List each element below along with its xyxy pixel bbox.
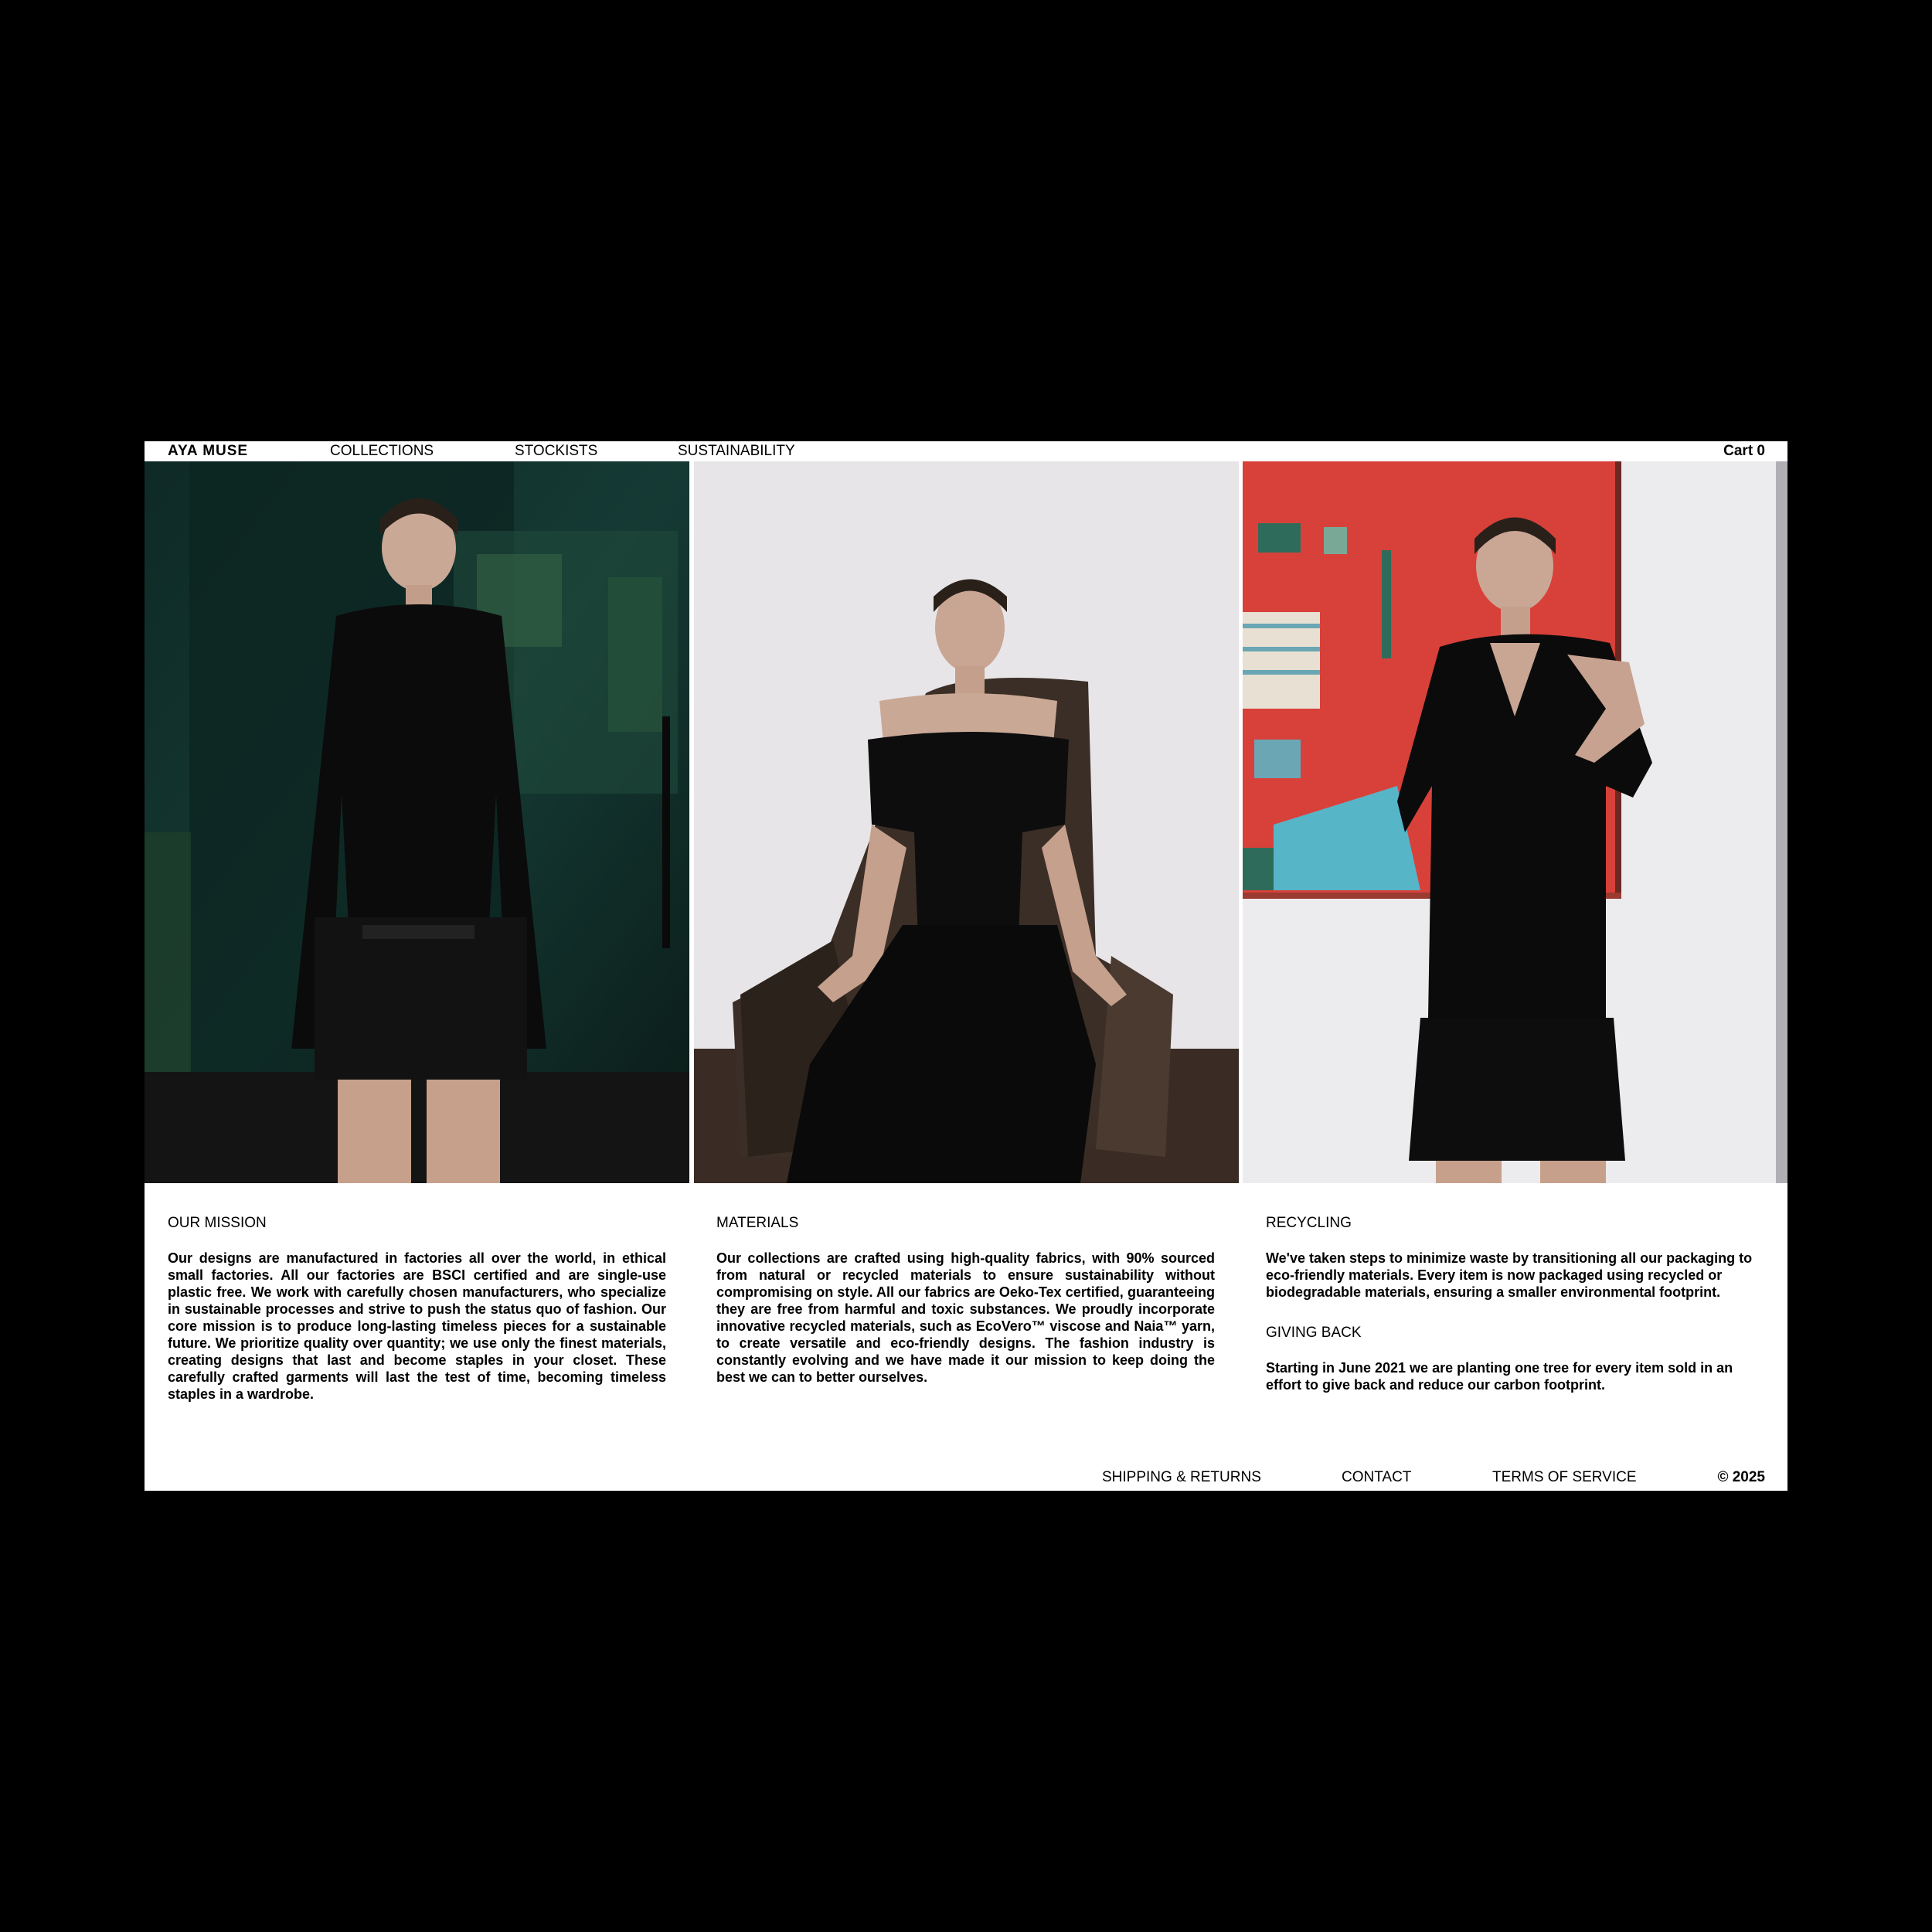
section-title-mission: OUR MISSION <box>168 1215 267 1231</box>
nav-sustainability[interactable]: SUSTAINABILITY <box>678 441 795 461</box>
photo-model-red-painting <box>1243 461 1787 1183</box>
site-footer: SHIPPING & RETURNS CONTACT TERMS OF SERV… <box>145 1468 1787 1488</box>
section-title-giving-back: GIVING BACK <box>1266 1325 1362 1341</box>
section-our-mission: OUR MISSION Our designs are manufactured… <box>168 1214 666 1403</box>
footer-link-terms[interactable]: TERMS OF SERVICE <box>1492 1468 1637 1488</box>
nav-collections[interactable]: COLLECTIONS <box>330 441 434 461</box>
section-body-recycling: We've taken steps to minimize waste by t… <box>1266 1250 1753 1300</box>
section-body-giving-back: Starting in June 2021 we are planting on… <box>1266 1360 1733 1393</box>
section-recycling: RECYCLING We've taken steps to minimize … <box>1266 1214 1764 1393</box>
footer-copyright: © 2025 <box>1717 1469 1765 1485</box>
cart-link[interactable]: Cart 0 <box>1723 441 1765 461</box>
website-frame: AYA MUSE COLLECTIONS STOCKISTS SUSTAINAB… <box>145 441 1787 1491</box>
photo-model-seated-chair <box>694 461 1239 1183</box>
section-body-mission: Our designs are manufactured in factorie… <box>168 1250 666 1402</box>
section-materials: MATERIALS Our collections are crafted us… <box>716 1214 1215 1386</box>
brand-logo[interactable]: AYA MUSE <box>168 441 248 461</box>
footer-link-contact[interactable]: CONTACT <box>1342 1468 1411 1488</box>
site-header: AYA MUSE COLLECTIONS STOCKISTS SUSTAINAB… <box>145 441 1787 461</box>
section-title-materials: MATERIALS <box>716 1215 799 1231</box>
section-body-materials: Our collections are crafted using high-q… <box>716 1250 1215 1385</box>
footer-link-shipping[interactable]: SHIPPING & RETURNS <box>1102 1468 1261 1488</box>
section-title-recycling: RECYCLING <box>1266 1215 1352 1231</box>
nav-stockists[interactable]: STOCKISTS <box>515 441 597 461</box>
photo-model-green-room <box>145 461 689 1183</box>
